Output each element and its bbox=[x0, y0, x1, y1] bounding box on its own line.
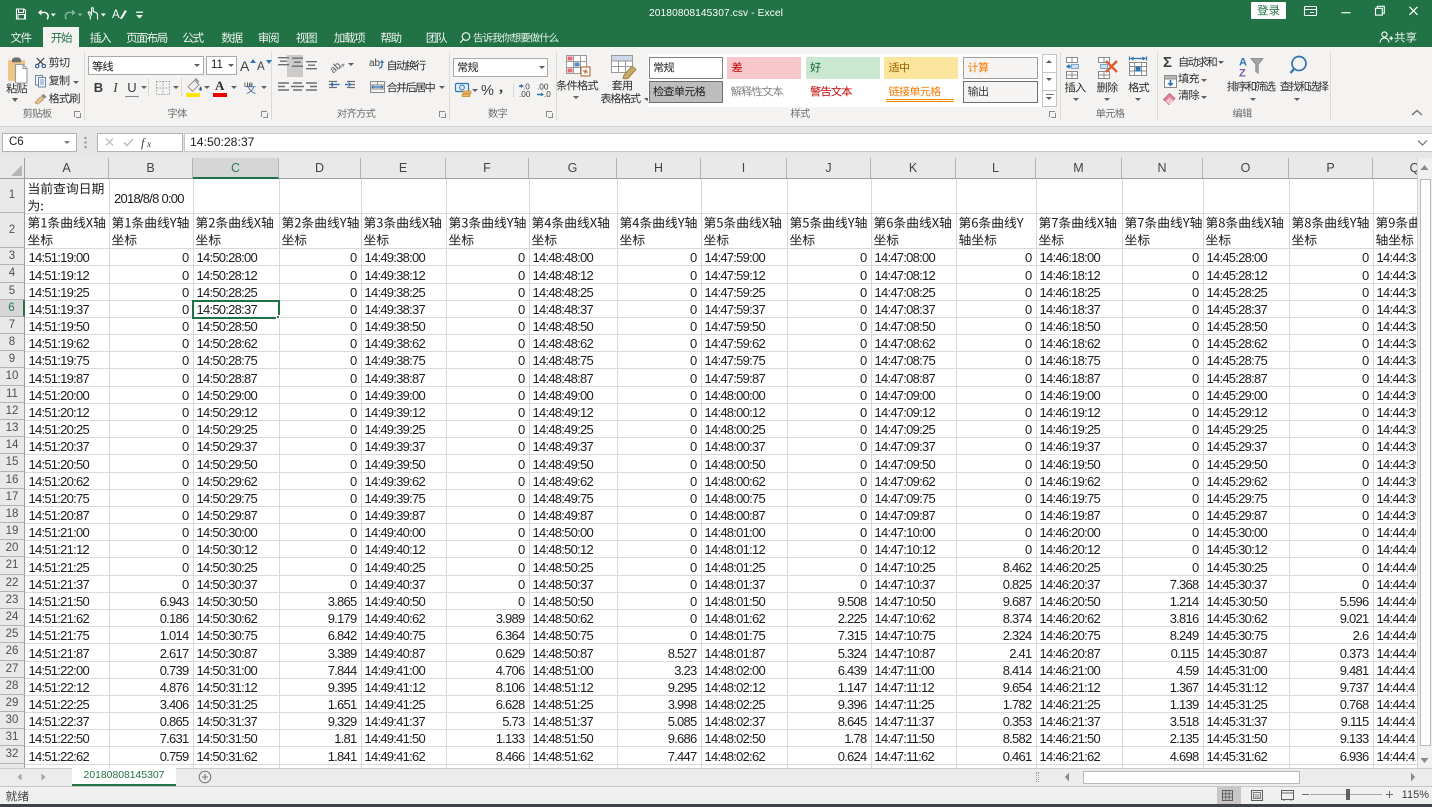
svg-text:ab: ab bbox=[328, 60, 344, 76]
svg-text:Z: Z bbox=[1239, 68, 1246, 80]
svg-text:.00: .00 bbox=[519, 90, 531, 99]
svg-text:.0: .0 bbox=[544, 90, 551, 99]
svg-text:f: f bbox=[141, 136, 146, 150]
svg-text:ue: ue bbox=[244, 80, 253, 89]
svg-text:ab: ab bbox=[369, 58, 381, 69]
svg-text:x: x bbox=[146, 140, 152, 150]
svg-text:A: A bbox=[112, 9, 120, 21]
